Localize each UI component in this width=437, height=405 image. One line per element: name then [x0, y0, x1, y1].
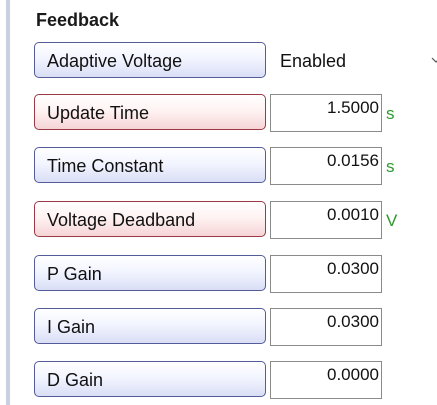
row-d-gain: D Gain 0.0000 [32, 361, 437, 399]
d-gain-button[interactable]: D Gain [34, 361, 266, 397]
row-adaptive-voltage: Adaptive Voltage Enabled [32, 42, 437, 80]
time-constant-button[interactable]: Time Constant [34, 147, 266, 183]
adaptive-voltage-value: Enabled [280, 51, 347, 71]
row-i-gain: I Gain 0.0300 [32, 308, 437, 346]
voltage-deadband-unit: V [386, 211, 398, 230]
panel-left-border [6, 0, 10, 405]
row-update-time: Update Time 1.5000 s [32, 94, 437, 132]
p-gain-button[interactable]: P Gain [34, 255, 266, 291]
row-p-gain: P Gain 0.0300 [32, 255, 437, 293]
update-time-field[interactable]: 1.5000 [270, 94, 382, 132]
time-constant-unit: s [386, 157, 395, 176]
panel-title: Feedback [36, 10, 120, 30]
voltage-deadband-field[interactable]: 0.0010 [270, 201, 382, 239]
time-constant-field[interactable]: 0.0156 [270, 147, 382, 185]
update-time-unit: s [386, 104, 395, 123]
feedback-panel: Feedback Adaptive Voltage Enabled Update… [32, 0, 437, 405]
d-gain-field[interactable]: 0.0000 [270, 361, 382, 399]
update-time-button[interactable]: Update Time [34, 94, 266, 130]
row-time-constant: Time Constant 0.0156 s [32, 147, 437, 185]
i-gain-field[interactable]: 0.0300 [270, 308, 382, 346]
adaptive-voltage-select[interactable]: Enabled [270, 42, 437, 80]
i-gain-button[interactable]: I Gain [34, 308, 266, 344]
voltage-deadband-button[interactable]: Voltage Deadband [34, 201, 266, 237]
chevron-down-icon[interactable] [431, 55, 437, 65]
adaptive-voltage-button[interactable]: Adaptive Voltage [34, 42, 266, 78]
p-gain-field[interactable]: 0.0300 [270, 255, 382, 293]
row-voltage-deadband: Voltage Deadband 0.0010 V [32, 201, 437, 239]
